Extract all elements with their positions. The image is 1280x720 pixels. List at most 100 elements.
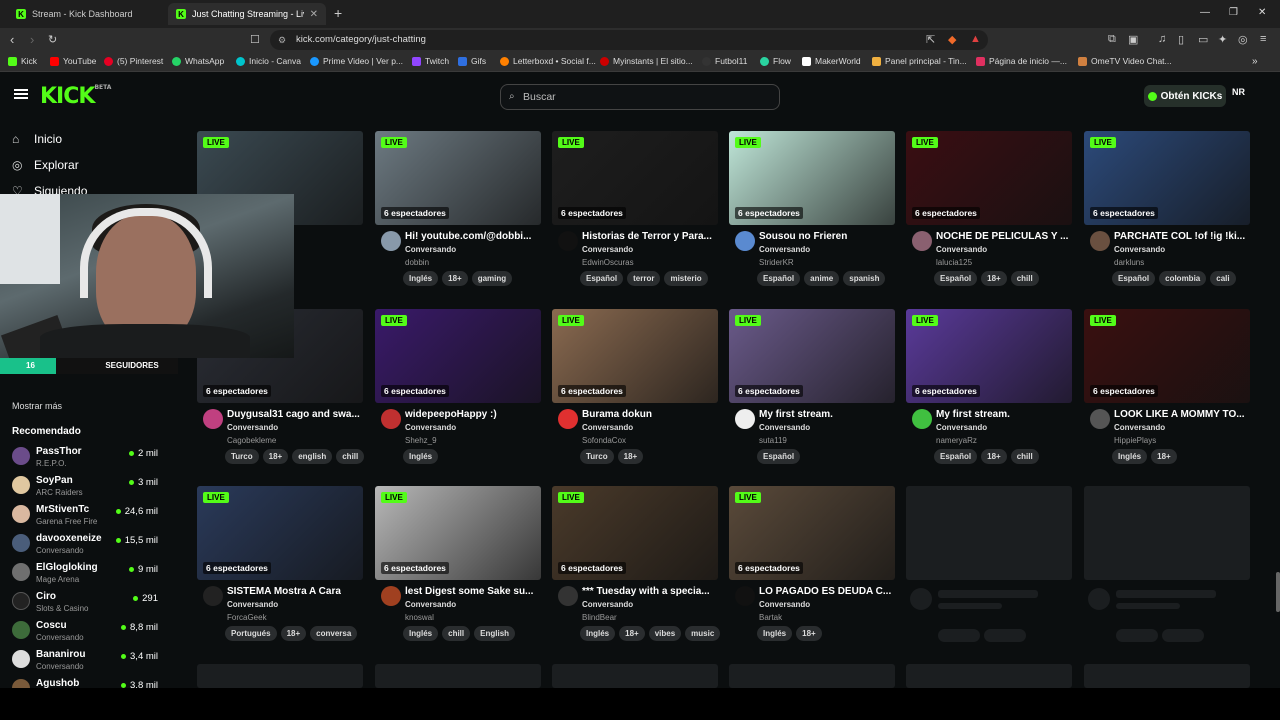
stream-tag[interactable]: Español bbox=[757, 271, 801, 286]
bookmark-ometv[interactable]: OmeTV Video Chat... bbox=[1078, 56, 1172, 66]
stream-tag[interactable]: Español bbox=[580, 271, 624, 286]
stream-tag[interactable]: Portugués bbox=[225, 626, 277, 641]
stream-tag[interactable]: Español bbox=[934, 271, 978, 286]
stream-tag[interactable]: Inglés bbox=[403, 626, 439, 641]
vpn-icon[interactable]: ◎ bbox=[1238, 33, 1248, 46]
stream-title[interactable]: Historias de Terror y Para... bbox=[582, 231, 716, 242]
stream-tag[interactable]: 18+ bbox=[442, 271, 468, 286]
reload-icon[interactable]: ↻ bbox=[48, 33, 57, 46]
stream-tag[interactable]: vibes bbox=[648, 626, 682, 641]
stream-tag[interactable]: terror bbox=[627, 271, 661, 286]
stream-card[interactable]: LIVE 6 espectadores *** Tuesday with a spe… bbox=[552, 486, 721, 656]
stream-tag[interactable]: Inglés bbox=[403, 449, 439, 464]
stream-tag[interactable]: spanish bbox=[843, 271, 886, 286]
close-tab-icon[interactable]: ✕ bbox=[310, 9, 318, 20]
stream-thumbnail[interactable]: LIVE 6 espectadores bbox=[552, 486, 718, 580]
streamer-username[interactable]: darkluns bbox=[1114, 258, 1144, 267]
stream-thumbnail[interactable]: LIVE 6 espectadores bbox=[552, 131, 718, 225]
streamer-avatar[interactable] bbox=[381, 231, 401, 251]
stream-tag[interactable]: 18+ bbox=[280, 626, 307, 641]
streamer-username[interactable]: lalucia125 bbox=[936, 258, 972, 267]
stream-card[interactable]: LIVE 6 espectadores LO PAGADO ES DEUDA C..… bbox=[729, 486, 895, 656]
bookmark-kick[interactable]: Kick bbox=[8, 56, 37, 66]
recommended-channel[interactable]: Bananirou Conversando 3,4 mil bbox=[12, 647, 162, 675]
bookmark-twitch[interactable]: Twitch bbox=[412, 56, 449, 66]
stream-card[interactable]: LIVE 6 espectadores LOOK LIKE A MOMMY TO..… bbox=[1084, 309, 1250, 479]
bookmark-letterboxd[interactable]: Letterboxd • Social f... bbox=[500, 56, 596, 66]
streamer-username[interactable]: ForcaGeek bbox=[227, 613, 267, 622]
stream-card[interactable]: LIVE 6 espectadores Hi! youtube.com/@dobbi… bbox=[375, 131, 541, 301]
streamer-avatar[interactable] bbox=[735, 586, 755, 606]
stream-category[interactable]: Conversando bbox=[405, 423, 456, 432]
streamer-username[interactable]: dobbin bbox=[405, 258, 429, 267]
stream-title[interactable]: Burama dokun bbox=[582, 409, 716, 420]
stream-tag[interactable]: gaming bbox=[471, 271, 513, 286]
recommended-channel[interactable]: Coscu Conversando 8,8 mil bbox=[12, 618, 162, 646]
stream-tag[interactable]: 18+ bbox=[262, 449, 289, 464]
streamer-username[interactable]: EdwinOscuras bbox=[582, 258, 634, 267]
stream-thumbnail[interactable]: LIVE 6 espectadores bbox=[906, 131, 1072, 225]
screenshot-icon[interactable]: ▣ bbox=[1128, 33, 1138, 46]
stream-category[interactable]: Conversando bbox=[1114, 245, 1165, 254]
streamer-avatar[interactable] bbox=[1090, 231, 1110, 251]
bookmark-pagina-inicio[interactable]: Página de inicio —... bbox=[976, 56, 1067, 66]
stream-title[interactable]: Sousou no Frieren bbox=[759, 231, 893, 242]
stream-card[interactable]: LIVE 6 espectadores My first stream. Conver… bbox=[906, 309, 1072, 479]
forward-icon[interactable]: › bbox=[30, 32, 34, 47]
stream-category[interactable]: Conversando bbox=[936, 423, 987, 432]
stream-category[interactable]: Conversando bbox=[582, 600, 633, 609]
stream-tag[interactable]: music bbox=[685, 626, 721, 641]
stream-tag[interactable]: Inglés bbox=[403, 271, 439, 286]
stream-card[interactable]: LIVE 6 espectadores Burama dokun Conversand… bbox=[552, 309, 718, 479]
stream-card[interactable]: LIVE 6 espectadores Sousou no Frieren Conve… bbox=[729, 131, 895, 301]
bookmark-icon[interactable]: ☐ bbox=[250, 33, 260, 46]
stream-title[interactable]: Hi! youtube.com/@dobbi... bbox=[405, 231, 539, 242]
stream-tag[interactable]: 18+ bbox=[981, 271, 1007, 286]
streamer-avatar[interactable] bbox=[558, 231, 578, 251]
stream-tag[interactable]: chill bbox=[442, 626, 471, 641]
streamer-avatar[interactable] bbox=[381, 586, 401, 606]
stream-title[interactable]: Duygusal31 cago and swa... bbox=[227, 409, 361, 420]
stream-tag[interactable]: Español bbox=[757, 449, 801, 464]
stream-thumbnail[interactable]: LIVE 6 espectadores bbox=[375, 486, 541, 580]
stream-thumbnail[interactable]: LIVE 6 espectadores bbox=[197, 486, 363, 580]
stream-tag[interactable]: 18+ bbox=[1151, 449, 1177, 464]
media-icon[interactable]: ♫ bbox=[1158, 33, 1166, 45]
stream-tag[interactable]: misterio bbox=[664, 271, 708, 286]
stream-tag[interactable]: Inglés bbox=[1112, 449, 1148, 464]
recommended-channel[interactable]: davooxeneize Conversando 15,5 mil bbox=[12, 531, 162, 559]
stream-category[interactable]: Conversando bbox=[582, 245, 633, 254]
menu-icon[interactable]: ≡ bbox=[1260, 33, 1266, 45]
stream-tag[interactable]: 18+ bbox=[981, 449, 1007, 464]
streamer-avatar[interactable] bbox=[203, 586, 223, 606]
close-window-icon[interactable]: ✕ bbox=[1258, 7, 1266, 18]
stream-title[interactable]: My first stream. bbox=[759, 409, 893, 420]
stream-thumbnail[interactable]: LIVE 6 espectadores bbox=[729, 131, 895, 225]
stream-title[interactable]: SISTEMA Mostra A Cara bbox=[227, 586, 361, 597]
stream-card[interactable]: LIVE 6 espectadores lest Digest some Sake … bbox=[375, 486, 541, 656]
stream-thumbnail[interactable]: LIVE 6 espectadores bbox=[375, 131, 541, 225]
hamburger-menu-icon[interactable] bbox=[14, 89, 28, 99]
bookmark-prime-video[interactable]: Prime Video | Ver p... bbox=[310, 56, 403, 66]
stream-thumbnail[interactable]: LIVE 6 espectadores bbox=[375, 309, 541, 403]
extensions-icon[interactable]: ⧉ bbox=[1108, 33, 1116, 46]
bookmark-canva[interactable]: Inicio - Canva bbox=[236, 56, 301, 66]
stream-title[interactable]: NOCHE DE PELICULAS Y ... bbox=[936, 231, 1070, 242]
stream-tag[interactable]: English bbox=[474, 626, 516, 641]
stream-category[interactable]: Conversando bbox=[759, 423, 810, 432]
recommended-channel[interactable]: Agushob 3,8 mil bbox=[12, 676, 162, 688]
streamer-username[interactable]: BlindBear bbox=[582, 613, 617, 622]
share-icon[interactable]: ⇱ bbox=[926, 33, 935, 46]
stream-tag[interactable]: Inglés bbox=[580, 626, 616, 641]
sidebar-item-explorar[interactable]: ◎ Explorar bbox=[12, 158, 79, 172]
streamer-avatar[interactable] bbox=[558, 586, 578, 606]
wallet-icon[interactable]: ▭ bbox=[1198, 33, 1208, 46]
stream-category[interactable]: Conversando bbox=[936, 245, 987, 254]
stream-category[interactable]: Conversando bbox=[405, 600, 456, 609]
bookmark-myinstants[interactable]: Myinstants | El sitio... bbox=[600, 56, 693, 66]
more-bookmarks-icon[interactable]: » bbox=[1252, 56, 1258, 67]
stream-category[interactable]: Conversando bbox=[227, 600, 278, 609]
streamer-username[interactable]: Bartak bbox=[759, 613, 782, 622]
minimize-icon[interactable]: — bbox=[1200, 7, 1210, 18]
streamer-avatar[interactable] bbox=[912, 409, 932, 429]
